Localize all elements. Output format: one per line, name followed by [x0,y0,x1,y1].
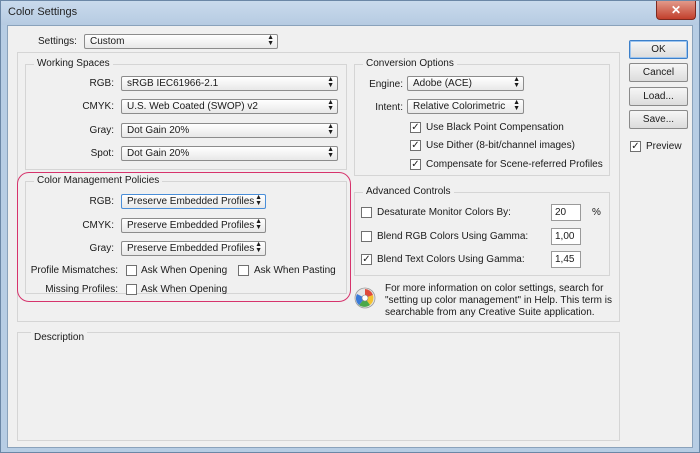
intent-select[interactable]: Relative Colorimetric ▲ ▼ [407,99,524,114]
color-settings-window: Color Settings ✕ Settings: Custom ▲ ▼ Wor… [0,0,700,453]
ws-cmyk-value: U.S. Web Coated (SWOP) v2 [127,101,258,112]
ws-spot-value: Dot Gain 20% [127,148,190,159]
color-wheel-icon [354,287,376,309]
select-arrows-icon: ▲ ▼ [267,34,274,47]
dialog-body: Settings: Custom ▲ ▼ Working Spaces RGB: … [7,25,693,448]
select-arrows-icon: ▲ ▼ [327,99,334,112]
engine-label: Engine: [369,79,403,90]
highlight-annotation [17,172,351,302]
select-arrows-icon: ▲ ▼ [327,76,334,89]
ok-button[interactable]: OK [629,40,688,59]
blend-rgb-checkbox[interactable] [361,231,372,242]
ws-spot-select[interactable]: Dot Gain 20% ▲ ▼ [121,146,338,161]
description-title: Description [31,332,88,344]
desaturate-checkbox[interactable] [361,207,372,218]
settings-label: Settings: [38,36,77,47]
ws-cmyk-select[interactable]: U.S. Web Coated (SWOP) v2 ▲ ▼ [121,99,338,114]
black-point-checkbox[interactable]: ✓ [410,122,421,133]
preview-checkbox[interactable]: ✓ [630,141,641,152]
blend-text-checkbox[interactable]: ✓ [361,254,372,265]
desaturate-unit: % [592,207,601,218]
select-arrows-icon: ▲ ▼ [327,146,334,159]
compensate-label: Compensate for Scene-referred Profiles [426,159,603,170]
select-arrows-icon: ▲ ▼ [327,123,334,136]
ws-gray-select[interactable]: Dot Gain 20% ▲ ▼ [121,123,338,138]
dither-checkbox[interactable]: ✓ [410,140,421,151]
ws-rgb-label: RGB: [89,78,114,89]
close-icon[interactable]: ✕ [656,1,696,20]
working-spaces-title: Working Spaces [34,58,113,70]
title-bar[interactable]: Color Settings ✕ [1,1,699,25]
description-group: Description [17,332,620,441]
settings-select[interactable]: Custom ▲ ▼ [84,34,278,49]
blend-text-label: Blend Text Colors Using Gamma: [377,254,525,265]
settings-value: Custom [90,36,125,47]
save-button[interactable]: Save... [629,110,688,129]
load-button[interactable]: Load... [629,87,688,106]
ws-spot-label: Spot: [90,148,114,159]
conversion-options-title: Conversion Options [363,58,457,70]
compensate-checkbox[interactable]: ✓ [410,159,421,170]
dither-label: Use Dither (8-bit/channel images) [426,140,575,151]
cancel-button[interactable]: Cancel [629,63,688,82]
select-arrows-icon: ▲ ▼ [513,99,520,112]
ws-rgb-value: sRGB IEC61966-2.1 [127,78,219,89]
engine-select[interactable]: Adobe (ACE) ▲ ▼ [407,76,524,91]
engine-value: Adobe (ACE) [413,78,472,89]
desaturate-input[interactable]: 20 [551,204,581,221]
ws-cmyk-label: CMYK: [82,101,114,112]
black-point-label: Use Black Point Compensation [426,122,564,133]
blend-text-input[interactable]: 1,45 [551,251,581,268]
ws-gray-value: Dot Gain 20% [127,125,190,136]
preview-label: Preview [646,141,682,152]
desaturate-label: Desaturate Monitor Colors By: [377,207,511,218]
select-arrows-icon: ▲ ▼ [513,76,520,89]
intent-label: Intent: [375,102,403,113]
ws-rgb-select[interactable]: sRGB IEC61966-2.1 ▲ ▼ [121,76,338,91]
intent-value: Relative Colorimetric [413,101,506,112]
advanced-controls-title: Advanced Controls [363,186,454,198]
info-text: For more information on color settings, … [385,283,613,318]
window-title: Color Settings [8,6,78,18]
blend-rgb-label: Blend RGB Colors Using Gamma: [377,231,529,242]
blend-rgb-input[interactable]: 1,00 [551,228,581,245]
ws-gray-label: Gray: [89,125,114,136]
